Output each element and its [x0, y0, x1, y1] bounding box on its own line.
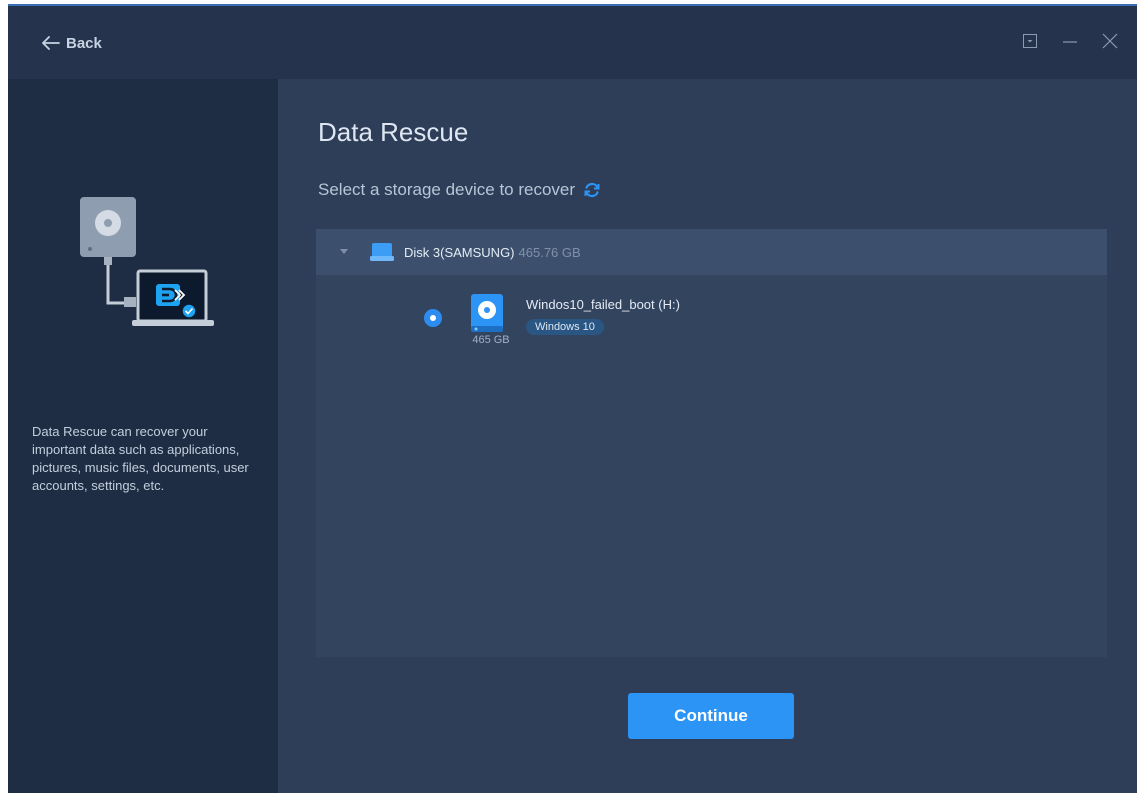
partition-item[interactable]: 465 GB Windos10_failed_boot (H:) Windows…: [424, 287, 844, 351]
arrow-left-icon: [42, 36, 60, 50]
data-rescue-illustration: [74, 193, 214, 338]
subtitle-text: Select a storage device to recover: [318, 180, 576, 199]
partition-radio[interactable]: [426, 311, 440, 325]
main-content: Data Rescue Select a storage device to r…: [278, 79, 1137, 793]
disk-size: 465.76 GB: [518, 244, 581, 260]
close-icon[interactable]: [1101, 32, 1119, 50]
menu-icon[interactable]: [1021, 32, 1039, 50]
disk-icon: [370, 242, 394, 262]
disk-label: Disk 3(SAMSUNG): [404, 244, 515, 260]
os-badge: Windows 10: [526, 319, 604, 335]
sidebar-description: Data Rescue can recover your important d…: [32, 424, 249, 493]
app-window: Back Data Rescue can recover your import…: [8, 4, 1137, 793]
partition-drive-icon: [470, 293, 504, 338]
sidebar: Data Rescue can recover your important d…: [8, 79, 278, 793]
title-bar: Back: [8, 6, 1137, 79]
subtitle: Select a storage device to recover: [318, 180, 601, 200]
disk-row[interactable]: Disk 3(SAMSUNG) 465.76 GB: [316, 229, 1107, 275]
refresh-icon[interactable]: [583, 181, 601, 199]
back-button[interactable]: Back: [42, 31, 102, 55]
partition-size: 465 GB: [472, 334, 510, 346]
device-list-panel: Disk 3(SAMSUNG) 465.76 GB 465 GB Windos1…: [316, 229, 1107, 657]
continue-button[interactable]: Continue: [628, 693, 794, 739]
window-controls: [1021, 32, 1119, 50]
partition-name: Windos10_failed_boot (H:): [526, 297, 680, 312]
back-label: Back: [66, 34, 102, 52]
page-title: Data Rescue: [318, 117, 469, 147]
minimize-icon[interactable]: [1061, 32, 1079, 50]
collapse-arrow-icon[interactable]: [340, 247, 350, 257]
